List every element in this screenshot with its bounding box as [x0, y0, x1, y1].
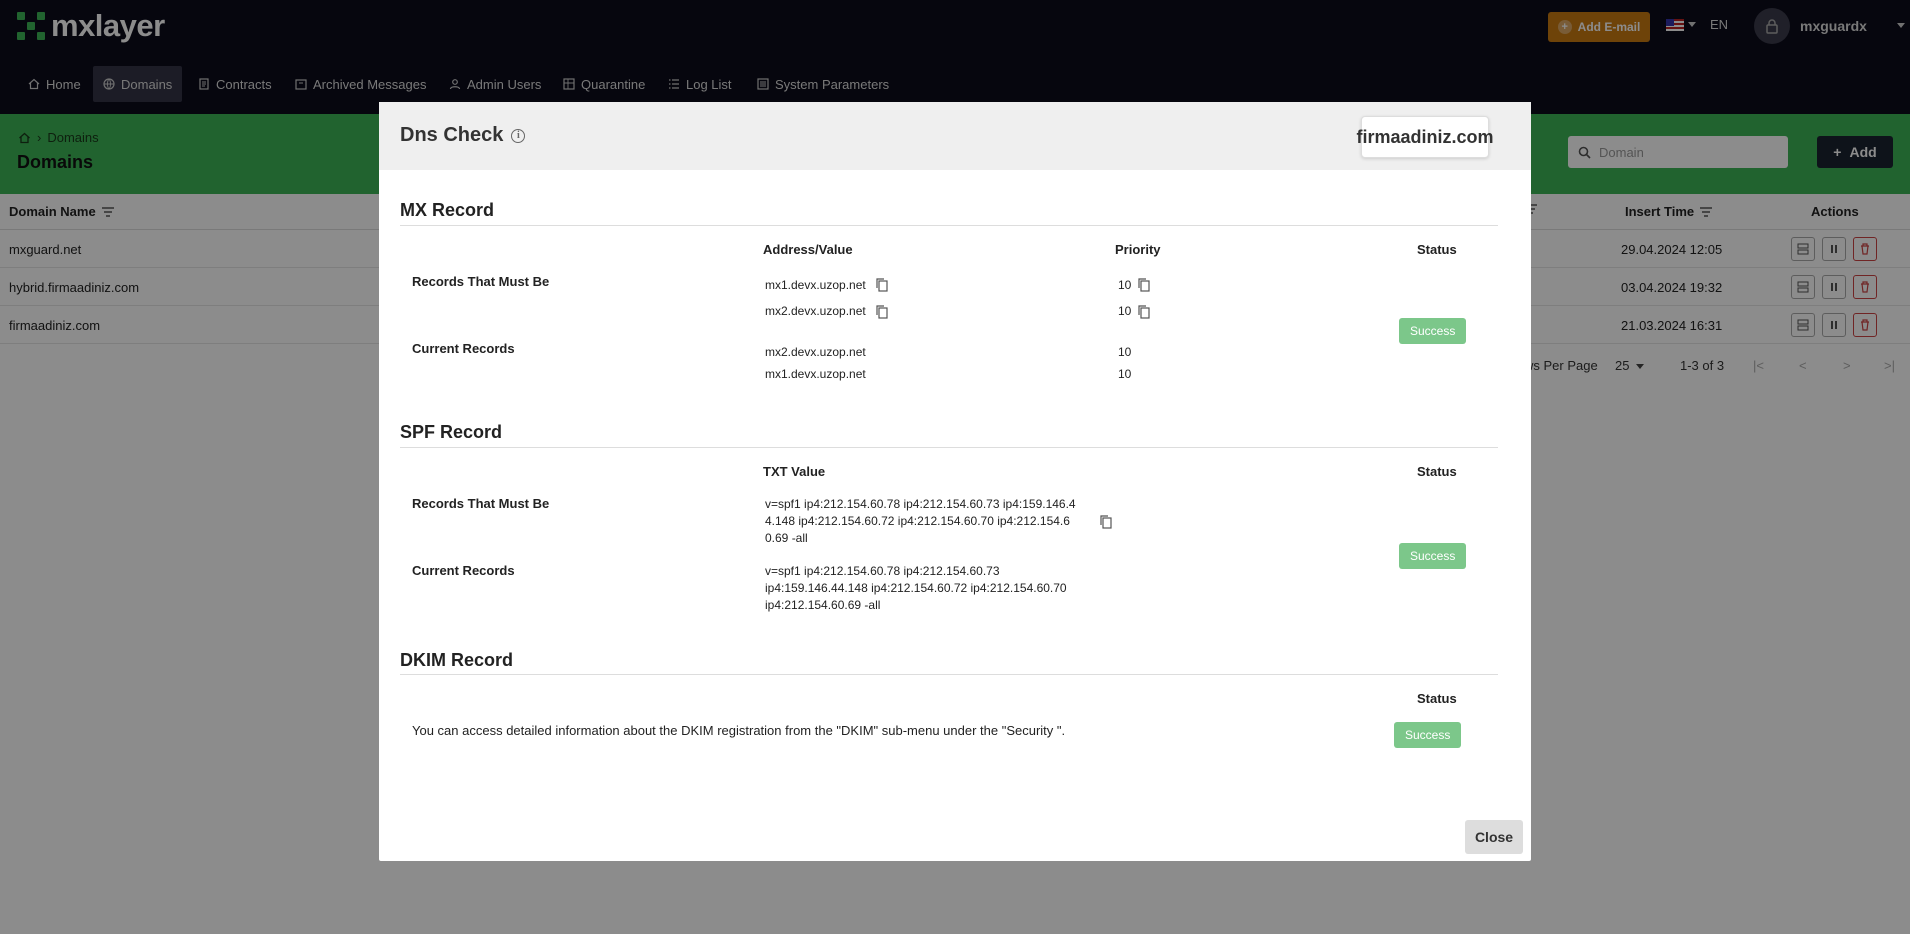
mx-current-priority: 10	[1118, 367, 1132, 381]
mx-must-priority: 10	[1118, 304, 1132, 318]
divider	[400, 674, 1498, 675]
copy-icon[interactable]	[875, 277, 889, 293]
spf-must-line: 4.148 ip4:212.154.60.72 ip4:212.154.60.7…	[765, 514, 1070, 528]
spf-must-label: Records That Must Be	[412, 496, 550, 511]
modal-title-text: Dns Check	[400, 124, 504, 146]
divider	[400, 225, 1498, 226]
column-txt-value: TXT Value	[763, 464, 826, 479]
mx-must-address: mx1.devx.uzop.net	[765, 278, 866, 292]
spf-section-title: SPF Record	[400, 422, 503, 442]
dns-check-modal: Dns Check i firmaadiniz.com MX Record Ad…	[379, 102, 1531, 861]
column-status: Status	[1417, 691, 1457, 706]
spf-status-badge: Success	[1399, 543, 1467, 569]
mx-status-badge: Success	[1399, 318, 1467, 344]
copy-icon[interactable]	[1137, 304, 1151, 320]
mx-must-label: Records That Must Be	[412, 274, 550, 289]
column-status: Status	[1417, 242, 1457, 257]
mx-current-priority: 10	[1118, 345, 1132, 359]
copy-icon[interactable]	[1099, 514, 1113, 530]
divider	[400, 447, 1498, 448]
modal-header: Dns Check i firmaadiniz.com	[379, 102, 1531, 170]
spf-must-line: 0.69 -all	[765, 531, 808, 545]
dkim-section-title: DKIM Record	[400, 650, 514, 670]
modal-title: Dns Check i	[400, 124, 526, 147]
close-button[interactable]: Close	[1465, 820, 1523, 854]
copy-icon[interactable]	[875, 304, 889, 320]
mx-section-title: MX Record	[400, 200, 495, 220]
dkim-status-badge: Success	[1394, 722, 1462, 748]
info-icon[interactable]: i	[511, 128, 526, 143]
spf-current-line: ip4:212.154.60.69 -all	[765, 598, 881, 612]
mx-must-address: mx2.devx.uzop.net	[765, 304, 866, 318]
column-status: Status	[1417, 464, 1457, 479]
mx-current-label: Current Records	[412, 341, 515, 356]
mx-must-priority: 10	[1118, 278, 1132, 292]
column-address: Address/Value	[763, 242, 853, 257]
column-priority: Priority	[1115, 242, 1161, 257]
mx-current-address: mx2.devx.uzop.net	[765, 345, 866, 359]
spf-must-line: v=spf1 ip4:212.154.60.78 ip4:212.154.60.…	[765, 497, 1076, 511]
mx-current-address: mx1.devx.uzop.net	[765, 367, 866, 381]
spf-current-line: ip4:159.146.44.148 ip4:212.154.60.72 ip4…	[765, 581, 1067, 595]
spf-current-line: v=spf1 ip4:212.154.60.78 ip4:212.154.60.…	[765, 564, 1000, 578]
domain-chip: firmaadiniz.com	[1356, 116, 1494, 158]
copy-icon[interactable]	[1137, 277, 1151, 293]
spf-current-label: Current Records	[412, 563, 515, 578]
dkim-message: You can access detailed information abou…	[412, 723, 1066, 738]
